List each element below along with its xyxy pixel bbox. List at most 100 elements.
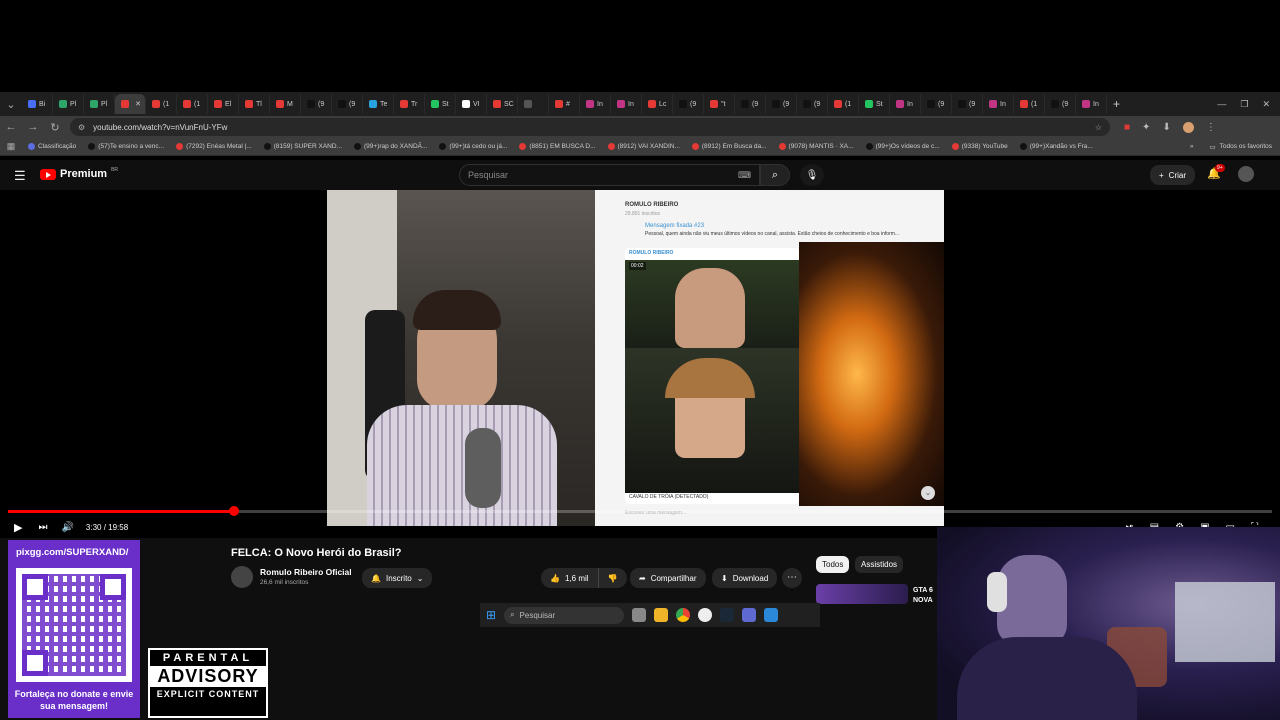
bookmark-star-icon[interactable]: ☆ <box>1095 123 1102 132</box>
bookmark-item[interactable]: (8912) Em Busca da... <box>686 143 773 150</box>
dislike-button[interactable]: 👎 <box>597 568 627 588</box>
bookmark-item[interactable]: (99+)tá cedo ou já... <box>433 143 513 150</box>
volume-icon[interactable]: 🔊 <box>61 522 73 533</box>
browser-tab[interactable]: (1 <box>1014 94 1045 114</box>
browser-tab[interactable]: (9 <box>797 94 828 114</box>
url-field[interactable]: ⚙ youtube.com/watch?v=nVunFnU-YFw ☆ <box>70 118 1110 136</box>
chip-all[interactable]: Todos <box>816 556 850 573</box>
browser-tab[interactable]: In <box>611 94 642 114</box>
keyboard-icon[interactable]: ⌨ <box>738 170 751 181</box>
minimize-icon[interactable]: — <box>1217 99 1226 110</box>
recommended-title[interactable]: GTA 6 NOVA <box>913 586 938 606</box>
search-input[interactable]: Pesquisar ⌨ <box>459 164 760 186</box>
browser-tab[interactable]: ✕ <box>115 94 146 114</box>
video-player[interactable]: ROMULO RIBEIRO 29.891 inscritos Mensagem… <box>0 190 1280 538</box>
next-icon[interactable]: ⏭ <box>38 522 47 533</box>
browser-tab[interactable]: (9 <box>921 94 952 114</box>
recommended-thumbnail[interactable] <box>816 584 908 604</box>
browser-tab[interactable]: (1 <box>146 94 177 114</box>
bookmark-item[interactable]: (9078) MANTIS · XA... <box>773 143 860 150</box>
browser-tab[interactable]: In <box>983 94 1014 114</box>
share-button[interactable]: ➦ Compartilhar <box>630 568 706 588</box>
browser-tab[interactable] <box>518 94 549 114</box>
reload-icon[interactable]: ↻ <box>44 121 66 134</box>
voice-search-button[interactable]: 🎙 <box>800 164 824 186</box>
browser-tab[interactable]: Lc <box>642 94 673 114</box>
like-button[interactable]: 👍 1,6 mil <box>541 568 598 588</box>
browser-tab[interactable]: Bi <box>22 94 53 114</box>
steam-icon[interactable] <box>720 608 735 622</box>
bookmark-item[interactable]: (8851) EM BUSCA D... <box>513 143 601 150</box>
browser-tab[interactable]: (9 <box>1045 94 1076 114</box>
browser-tab[interactable]: (9 <box>301 94 332 114</box>
chrome-icon[interactable] <box>676 608 691 622</box>
apps-grid-icon[interactable]: ▦ <box>0 141 22 152</box>
browser-tab[interactable]: Pl <box>84 94 115 114</box>
browser-tab[interactable]: (9 <box>952 94 983 114</box>
tab-search-icon[interactable]: ⌄ <box>0 98 22 111</box>
download-button[interactable]: ⬇ Download <box>712 568 778 588</box>
browser-tab[interactable]: Tl <box>239 94 270 114</box>
subscribed-button[interactable]: 🔔 Inscrito ⌄ <box>362 568 433 588</box>
bookmark-item[interactable]: (9338) YouTube <box>946 143 1014 150</box>
channel-name[interactable]: Romulo Ribeiro Oficial <box>260 567 352 577</box>
bookmark-item[interactable]: (8912) VAI XANDIN... <box>602 143 686 150</box>
task-view-icon[interactable] <box>632 608 647 622</box>
scroll-down-icon[interactable]: ⌄ <box>921 486 935 500</box>
create-button[interactable]: + Criar <box>1150 165 1196 185</box>
browser-tab[interactable]: (1 <box>828 94 859 114</box>
hamburger-menu-icon[interactable]: ☰ <box>14 168 26 184</box>
video-frame[interactable]: ROMULO RIBEIRO 29.891 inscritos Mensagem… <box>327 190 944 526</box>
browser-tab[interactable]: El <box>208 94 239 114</box>
bookmark-item[interactable]: (57)Te ensino a venc... <box>82 143 170 150</box>
browser-tab[interactable]: # <box>549 94 580 114</box>
browser-tab[interactable]: St <box>859 94 890 114</box>
browser-tab[interactable]: (9 <box>766 94 797 114</box>
file-explorer-icon[interactable] <box>654 608 669 622</box>
play-icon[interactable]: ▶ <box>14 521 22 534</box>
progress-scrubber[interactable] <box>229 506 240 516</box>
browser-tab[interactable]: St <box>425 94 456 114</box>
menu-kebab-icon[interactable]: ⋮ <box>1206 122 1216 133</box>
close-tab-icon[interactable]: ✕ <box>135 100 141 108</box>
browser-tab[interactable]: (9 <box>735 94 766 114</box>
browser-tab[interactable]: (9 <box>673 94 704 114</box>
back-icon[interactable]: ← <box>0 121 22 133</box>
browser-tab[interactable]: In <box>890 94 921 114</box>
forward-icon[interactable]: → <box>22 121 44 133</box>
browser-tab[interactable]: Tr <box>394 94 425 114</box>
profile-avatar[interactable] <box>1182 121 1194 133</box>
bookmark-item[interactable]: (99+)Xandão vs Fra... <box>1014 143 1099 150</box>
app-icon-b[interactable] <box>764 608 779 622</box>
all-bookmarks-folder[interactable]: » ▭ Todos os favoritos <box>1190 143 1280 151</box>
windows-start-icon[interactable]: ⊞ <box>486 608 496 622</box>
chip-watched[interactable]: Assistidos <box>855 556 904 573</box>
notifications-button[interactable]: 🔔 9+ <box>1207 164 1225 180</box>
extension-icon[interactable]: ■ <box>1124 122 1130 133</box>
browser-tab[interactable]: (1 <box>177 94 208 114</box>
search-button[interactable]: ⌕ <box>760 164 790 186</box>
browser-tab[interactable]: VI <box>456 94 487 114</box>
site-info-icon[interactable]: ⚙ <box>78 123 85 132</box>
browser-tab[interactable]: Te <box>363 94 394 114</box>
bookmark-item[interactable]: (99+)Os vídeos de c... <box>860 143 946 150</box>
progress-bar[interactable] <box>8 506 1272 516</box>
app-icon-a[interactable] <box>698 608 713 622</box>
browser-tab[interactable]: (9 <box>332 94 363 114</box>
bookmark-item[interactable]: (99+)rap do XANDÃ... <box>348 143 433 150</box>
more-actions-button[interactable]: ⋯ <box>782 568 802 588</box>
browser-tab[interactable]: Pl <box>53 94 84 114</box>
bookmarks-more-icon[interactable]: » <box>1190 143 1194 150</box>
download-icon[interactable]: ⬇ <box>1162 122 1170 133</box>
browser-tab[interactable]: "t <box>704 94 735 114</box>
bookmark-item[interactable]: (8159) SUPER XAND... <box>258 143 348 150</box>
channel-avatar[interactable] <box>231 566 253 588</box>
restore-icon[interactable]: ❐ <box>1240 99 1248 110</box>
browser-tab[interactable]: M <box>270 94 301 114</box>
bookmark-item[interactable]: (7292) Enéas Metal |... <box>170 143 258 150</box>
browser-tab[interactable]: In <box>580 94 611 114</box>
extensions-puzzle-icon[interactable]: ✦ <box>1142 122 1150 133</box>
youtube-logo[interactable]: Premium BR <box>40 167 118 180</box>
bookmark-item[interactable]: Classificação <box>22 143 82 150</box>
browser-tab[interactable]: SC <box>487 94 518 114</box>
